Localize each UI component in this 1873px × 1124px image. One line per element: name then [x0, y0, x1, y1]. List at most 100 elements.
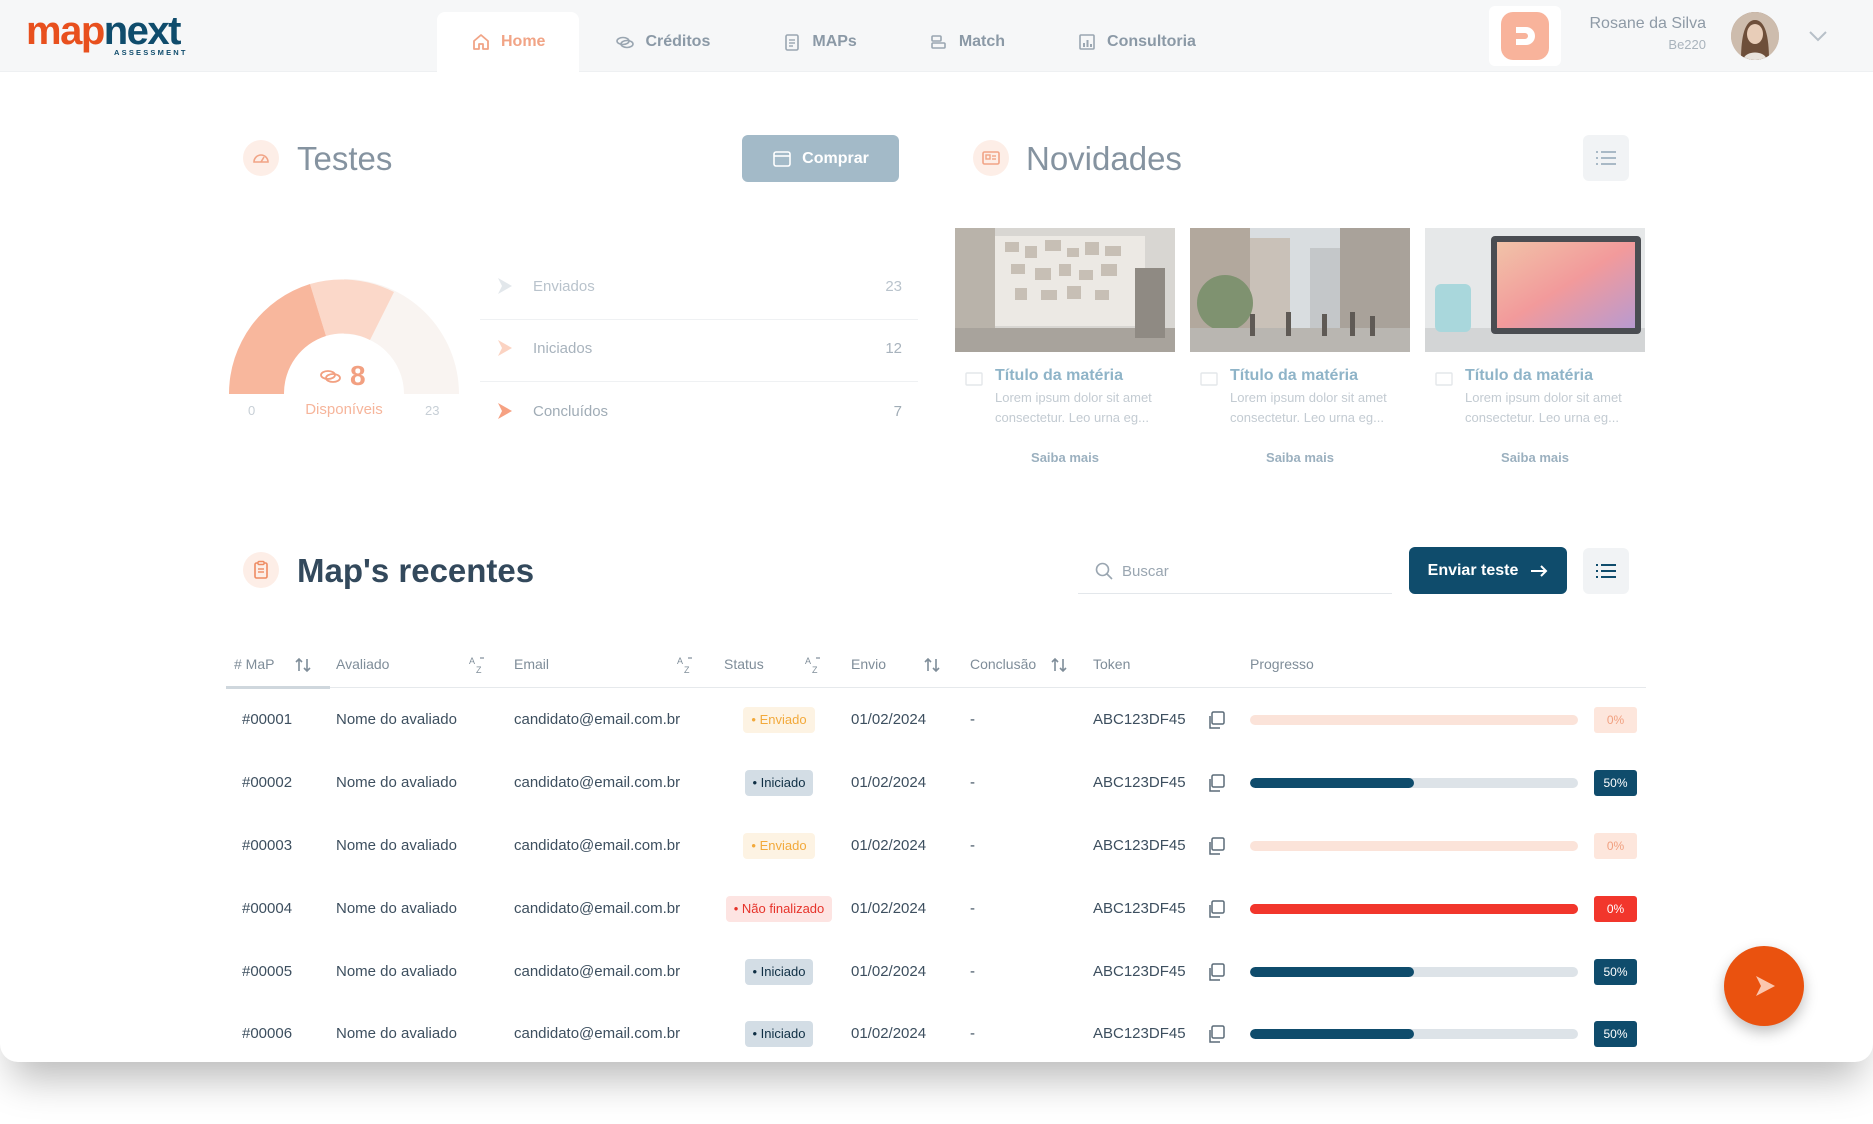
stat-value: 7	[893, 403, 902, 420]
sort-icon[interactable]	[1050, 655, 1068, 675]
tab-home[interactable]: Home	[437, 12, 580, 72]
coins-icon	[320, 370, 341, 383]
column-label: Email	[514, 656, 550, 672]
search-input[interactable]	[1122, 560, 1372, 582]
cell-status: • Iniciado	[724, 1002, 834, 1062]
top-navigation-bar: mapnext ASSESSMENT Home Créditos MAPs Ma…	[0, 0, 1873, 72]
stat-iniciados[interactable]: Iniciados 12	[480, 320, 918, 382]
cell-name: Nome do avaliado	[336, 837, 457, 854]
cell-name: Nome do avaliado	[336, 900, 457, 917]
arrow-right-icon	[1531, 564, 1548, 577]
progress-percent: 50%	[1594, 770, 1637, 796]
sort-alpha-icon[interactable]: AZ	[804, 655, 822, 675]
column-header-status[interactable]: Status AZ	[724, 656, 820, 675]
table-row[interactable]: #00005 Nome do avaliado candidato@email.co…	[226, 940, 1646, 1003]
sort-icon[interactable]	[294, 655, 312, 675]
stat-enviados[interactable]: Enviados 23	[480, 258, 918, 320]
chevron-right-icon	[1756, 976, 1775, 996]
column-header-conclusao[interactable]: Conclusão	[970, 656, 1067, 673]
progress-bar	[1250, 841, 1578, 851]
recent-list-button[interactable]	[1583, 548, 1629, 594]
tab-home-label: Home	[501, 33, 546, 50]
avatar[interactable]	[1731, 12, 1779, 60]
tab-creditos[interactable]: Créditos	[579, 12, 746, 72]
news-card[interactable]: Título da matéria Lorem ipsum dolor sit …	[1190, 228, 1410, 468]
gauge-available-number: 8	[350, 360, 366, 391]
copy-token-button[interactable]	[1206, 814, 1226, 877]
mapnext-logo[interactable]: mapnext ASSESSMENT	[26, 11, 185, 57]
news-title: Título da matéria	[995, 367, 1124, 384]
news-excerpt: Lorem ipsum dolor sit amet consectetur. …	[1465, 390, 1622, 425]
column-header-email[interactable]: Email AZ	[514, 656, 692, 675]
sort-icon[interactable]	[923, 655, 941, 675]
cell-token: ABC123DF45	[1093, 774, 1186, 791]
table-row[interactable]: #00006 Nome do avaliado candidato@email.co…	[226, 1002, 1646, 1062]
column-header-progresso: Progresso	[1250, 656, 1314, 672]
cell-token: ABC123DF45	[1093, 711, 1186, 728]
table-row[interactable]: #00004 Nome do avaliado candidato@email.co…	[226, 877, 1646, 940]
news-card[interactable]: Título da matéria Lorem ipsum dolor sit …	[1425, 228, 1645, 468]
cell-email: candidato@email.com.br	[514, 900, 681, 917]
search-field[interactable]	[1078, 548, 1392, 594]
chevron-down-icon[interactable]	[1806, 26, 1830, 46]
user-name: Rosane da Silva	[1589, 15, 1706, 32]
copy-token-button[interactable]	[1206, 688, 1226, 751]
status-badge: • Iniciado	[744, 1020, 814, 1047]
cell-conclusion: -	[970, 963, 975, 980]
table-row[interactable]: #00002 Nome do avaliado candidato@email.co…	[226, 751, 1646, 814]
status-badge: • Não finalizado	[725, 895, 833, 922]
column-header-avaliado[interactable]: Avaliado AZ	[336, 656, 484, 675]
cell-name: Nome do avaliado	[336, 1025, 457, 1042]
cell-sent-date: 01/02/2024	[851, 900, 927, 917]
column-label: Envio	[851, 656, 887, 672]
column-label: Conclusão	[970, 656, 1037, 672]
news-title: Título da matéria	[1230, 367, 1359, 384]
news-read-more-link[interactable]: Saiba mais	[1190, 450, 1410, 465]
newspaper-icon	[965, 372, 983, 386]
cell-token: ABC123DF45	[1093, 1025, 1186, 1042]
progress-bar	[1250, 715, 1578, 725]
column-header-envio[interactable]: Envio	[851, 656, 940, 673]
news-read-more-link[interactable]: Saiba mais	[1425, 450, 1645, 465]
copy-token-button[interactable]	[1206, 751, 1226, 814]
tab-consultoria[interactable]: Consultoria	[1041, 12, 1232, 72]
progress-bar	[1250, 967, 1578, 977]
enviar-teste-button[interactable]: Enviar teste	[1409, 547, 1567, 594]
cell-conclusion: -	[970, 837, 975, 854]
cell-name: Nome do avaliado	[336, 963, 457, 980]
sort-alpha-icon[interactable]: AZ	[676, 655, 694, 675]
novidades-list-button[interactable]	[1583, 135, 1629, 181]
cell-id: #00002	[242, 774, 293, 791]
news-card[interactable]: Título da matéria Lorem ipsum dolor sit …	[955, 228, 1175, 468]
tab-match[interactable]: Match	[893, 12, 1041, 72]
copy-token-button[interactable]	[1206, 1002, 1226, 1062]
cell-name: Nome do avaliado	[336, 774, 457, 791]
company-logo-icon	[1501, 12, 1549, 60]
company-logo-badge[interactable]	[1489, 6, 1561, 66]
column-label: Progresso	[1250, 656, 1314, 672]
progress-percent: 0%	[1594, 896, 1637, 922]
svg-text:A: A	[805, 656, 811, 666]
table-row[interactable]: #00001 Nome do avaliado candidato@email.co…	[226, 688, 1646, 751]
copy-icon	[1209, 836, 1225, 855]
cell-status: • Não finalizado	[724, 877, 834, 940]
newspaper-icon	[1200, 372, 1218, 386]
tab-maps[interactable]: MAPs	[746, 12, 892, 72]
status-badge: • Enviado	[743, 706, 815, 733]
copy-token-button[interactable]	[1206, 877, 1226, 940]
stat-concluidos[interactable]: Concluídos 7	[480, 383, 918, 445]
column-header-id[interactable]: # MaP	[234, 656, 311, 673]
user-code: Be220	[1668, 37, 1706, 52]
tab-consultoria-label: Consultoria	[1107, 33, 1196, 50]
tab-match-label: Match	[958, 33, 1006, 50]
table-row[interactable]: #00003 Nome do avaliado candidato@email.co…	[226, 814, 1646, 877]
comprar-button[interactable]: Comprar	[742, 135, 899, 182]
search-icon	[1095, 562, 1113, 580]
sort-alpha-icon[interactable]: AZ	[468, 655, 486, 675]
floating-action-button[interactable]	[1724, 946, 1804, 1026]
chart-icon	[1077, 32, 1097, 52]
news-read-more-link[interactable]: Saiba mais	[955, 450, 1175, 465]
stat-value: 12	[885, 340, 902, 357]
copy-token-button[interactable]	[1206, 940, 1226, 1003]
gauge-max: 23	[425, 403, 440, 418]
